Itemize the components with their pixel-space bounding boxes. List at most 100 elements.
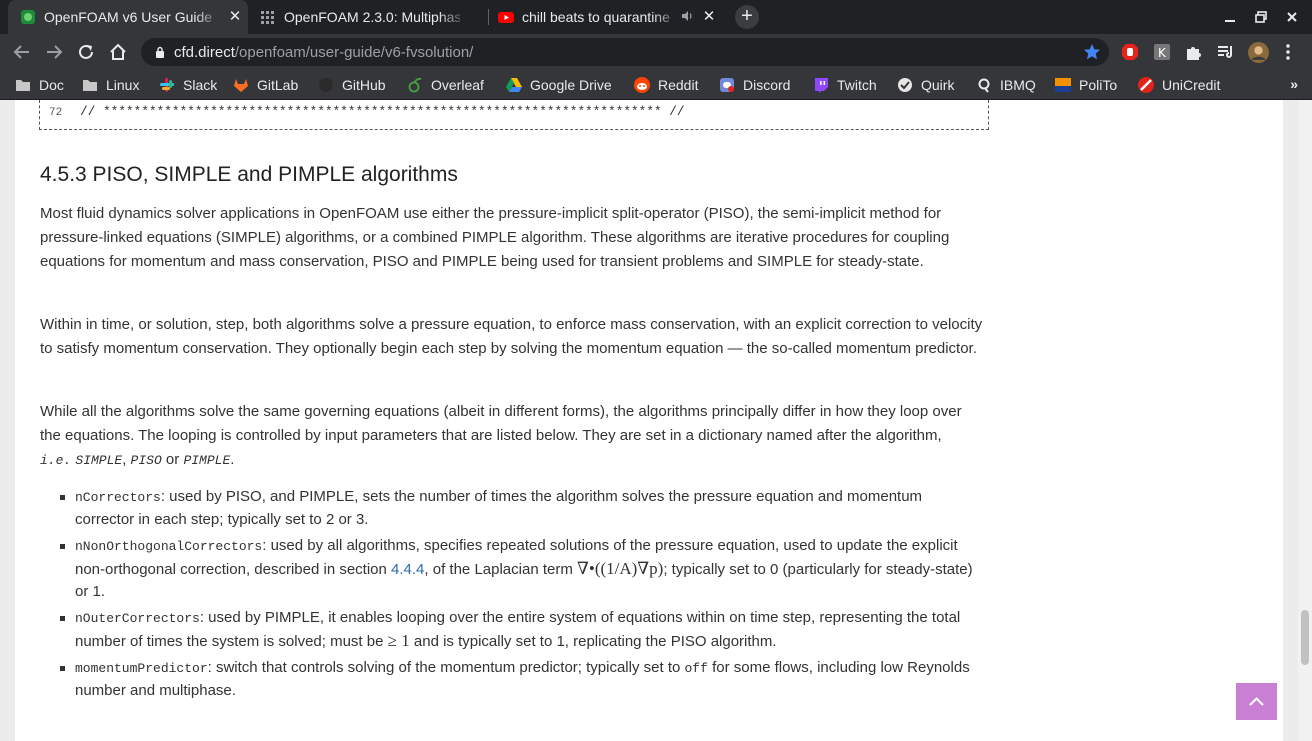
content-card: 72 // **********************************…: [15, 100, 1283, 741]
url-path: /openfoam/user-guide/v6-fvsolution/: [234, 44, 474, 61]
tab-title-fade: [652, 6, 682, 28]
close-tab-icon[interactable]: ✕: [226, 8, 244, 26]
param-name: nOuterCorrectors: [75, 611, 200, 626]
bookmark-overleaf[interactable]: Overleaf: [407, 76, 484, 94]
menu-kebab-icon[interactable]: [1279, 43, 1297, 61]
list-item: nCorrectors: used by PISO, and PIMPLE, s…: [40, 486, 985, 531]
bookmark-label: PoliTo: [1079, 77, 1118, 93]
param-description: and is typically set to 1, replicating t…: [409, 633, 777, 650]
page-scrollbar[interactable]: [1298, 100, 1312, 741]
chevron-up-icon: [1249, 697, 1264, 706]
scroll-to-top-button[interactable]: [1236, 683, 1277, 720]
bookmark-unicredit[interactable]: UniCredit: [1138, 76, 1220, 94]
code-value: off: [684, 661, 708, 676]
bookmark-label: Overleaf: [431, 77, 484, 93]
bookmarks-bar: Doc Linux Slack GitLab GitHub Overleaf G…: [0, 70, 1312, 100]
bookmark-discord[interactable]: Discord: [719, 76, 790, 94]
tab-openfoam-user-guide[interactable]: OpenFOAM v6 User Guide ✕: [8, 0, 248, 34]
close-window-icon[interactable]: [1280, 6, 1304, 28]
bullet-icon: [60, 495, 65, 500]
section-link[interactable]: 4.4.4: [391, 561, 424, 578]
ie-text: i.e.: [40, 453, 72, 468]
keyword-simple: SIMPLE: [75, 453, 123, 468]
bookmark-linux[interactable]: Linux: [82, 76, 139, 94]
bookmark-ibmq[interactable]: IBMQ: [976, 76, 1036, 94]
paragraph-looping: While all the algorithms solve the same …: [40, 400, 985, 473]
param-name: nCorrectors: [75, 490, 161, 505]
laplacian-math: ∇•((1/A)∇p): [577, 559, 664, 578]
code-line: // *************************************…: [80, 104, 685, 119]
twitch-icon: [815, 78, 828, 93]
svg-text:K: K: [1158, 46, 1167, 60]
profile-avatar[interactable]: [1248, 42, 1269, 63]
bookmark-star-icon[interactable]: [1083, 43, 1101, 61]
address-bar[interactable]: cfd.direct/openfoam/user-guide/v6-fvsolu…: [141, 38, 1109, 66]
bookmark-label: IBMQ: [1000, 77, 1036, 93]
bookmarks-overflow-button[interactable]: »: [1290, 76, 1298, 92]
bookmark-gitlab[interactable]: GitLab: [233, 76, 298, 94]
bookmark-slack[interactable]: Slack: [159, 76, 217, 94]
restore-icon[interactable]: [1249, 6, 1273, 28]
tab-separator: [488, 9, 489, 25]
reload-button[interactable]: [73, 39, 99, 65]
bookmark-label: Linux: [106, 77, 140, 93]
media-control-icon[interactable]: [1217, 43, 1235, 61]
url-text[interactable]: cfd.direct/openfoam/user-guide/v6-fvsolu…: [174, 44, 473, 61]
youtube-favicon-icon: [498, 9, 514, 25]
grid-favicon-icon: [260, 9, 276, 25]
overleaf-icon: [408, 77, 422, 93]
close-tab-icon[interactable]: ✕: [700, 8, 718, 26]
back-button[interactable]: [9, 39, 35, 65]
forward-button[interactable]: [41, 39, 67, 65]
bookmark-label: GitLab: [257, 77, 299, 93]
extensions-puzzle-icon[interactable]: [1185, 43, 1203, 61]
bookmark-doc[interactable]: Doc: [15, 76, 64, 94]
keyword-piso: PISO: [130, 453, 162, 468]
bookmark-label: Slack: [183, 77, 218, 93]
speaker-icon[interactable]: [681, 9, 695, 26]
bookmark-label: GitHub: [342, 77, 386, 93]
bookmark-label: Reddit: [658, 77, 699, 93]
scrollbar-thumb[interactable]: [1301, 610, 1309, 665]
bookmark-quirk[interactable]: Quirk: [897, 76, 954, 94]
page-viewport: 72 // **********************************…: [0, 100, 1312, 741]
section-title: 4.5.3 PISO, SIMPLE and PIMPLE algorithms: [40, 163, 458, 186]
param-name: momentumPredictor: [75, 661, 208, 676]
separator-text: ,: [122, 451, 131, 468]
list-item: nNonOrthogonalCorrectors: used by all al…: [40, 535, 985, 603]
code-line-number: 72: [49, 107, 63, 119]
param-name: nNonOrthogonalCorrectors: [75, 539, 263, 554]
bookmark-polito[interactable]: PoliTo: [1055, 76, 1117, 94]
polito-icon: [1055, 78, 1071, 92]
bullet-icon: [60, 616, 65, 621]
lock-icon[interactable]: [155, 46, 165, 58]
tab-strip: OpenFOAM v6 User Guide ✕ OpenFOAM 2.3.0:…: [0, 0, 1312, 34]
param-description: , of the Laplacian term: [424, 561, 577, 578]
paragraph-intro: Most fluid dynamics solver applications …: [40, 205, 950, 270]
tab-chill-beats[interactable]: chill beats to quarantine ✕: [492, 0, 724, 34]
github-icon: [319, 78, 333, 92]
home-button[interactable]: [105, 39, 131, 65]
bookmark-twitch[interactable]: Twitch: [813, 76, 877, 94]
bullet-icon: [60, 544, 65, 549]
bookmark-label: Google Drive: [530, 77, 612, 93]
keyword-pimple: PIMPLE: [183, 453, 231, 468]
url-host: cfd.direct: [174, 44, 235, 61]
ibmq-icon: [978, 78, 990, 93]
slack-icon: [160, 78, 174, 92]
reddit-icon: [634, 77, 650, 93]
minimize-icon[interactable]: [1218, 6, 1242, 28]
new-tab-button[interactable]: +: [735, 5, 759, 29]
list-item: momentumPredictor: switch that controls …: [40, 657, 985, 702]
parameter-list: nCorrectors: used by PISO, and PIMPLE, s…: [40, 486, 985, 706]
bookmark-google-drive[interactable]: Google Drive: [506, 76, 612, 94]
tab-title-fade: [438, 6, 468, 28]
bookmark-reddit[interactable]: Reddit: [634, 76, 698, 94]
bookmark-github[interactable]: GitHub: [318, 76, 386, 94]
tab-openfoam-multiphase[interactable]: OpenFOAM 2.3.0: Multiphase: [252, 0, 484, 34]
extension-k-icon[interactable]: K: [1153, 43, 1171, 61]
folder-icon: [16, 80, 30, 91]
bookmark-label: Quirk: [921, 77, 955, 93]
param-description: : used by PISO, and PIMPLE, sets the num…: [75, 488, 923, 528]
adblock-extension-icon[interactable]: [1121, 43, 1139, 61]
